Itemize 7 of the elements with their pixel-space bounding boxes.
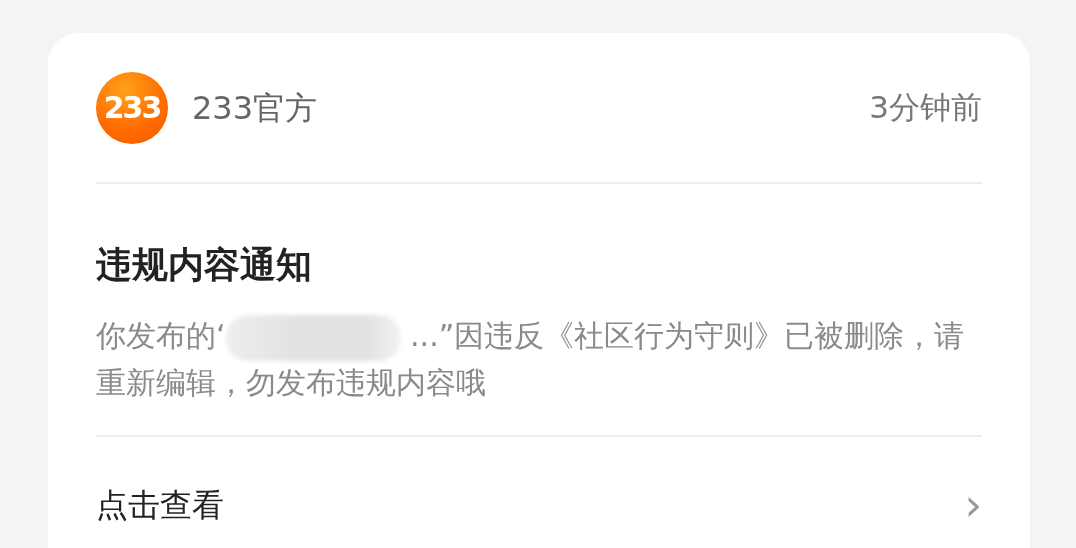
chevron-icon: › bbox=[964, 482, 982, 527]
logo-icon: 233 bbox=[96, 71, 168, 144]
notice-title: 违规内容通知 bbox=[96, 243, 313, 287]
timestamp: 3分钟前 bbox=[869, 88, 982, 128]
notice-message: 你发布的‘ ...”因违反《社区行为守则》已被删除，请重新编辑，勿发布违规内容哦 bbox=[96, 314, 982, 437]
view-link[interactable]: 点击查看 › bbox=[96, 436, 982, 548]
sender-name: 233官方 bbox=[192, 87, 318, 129]
